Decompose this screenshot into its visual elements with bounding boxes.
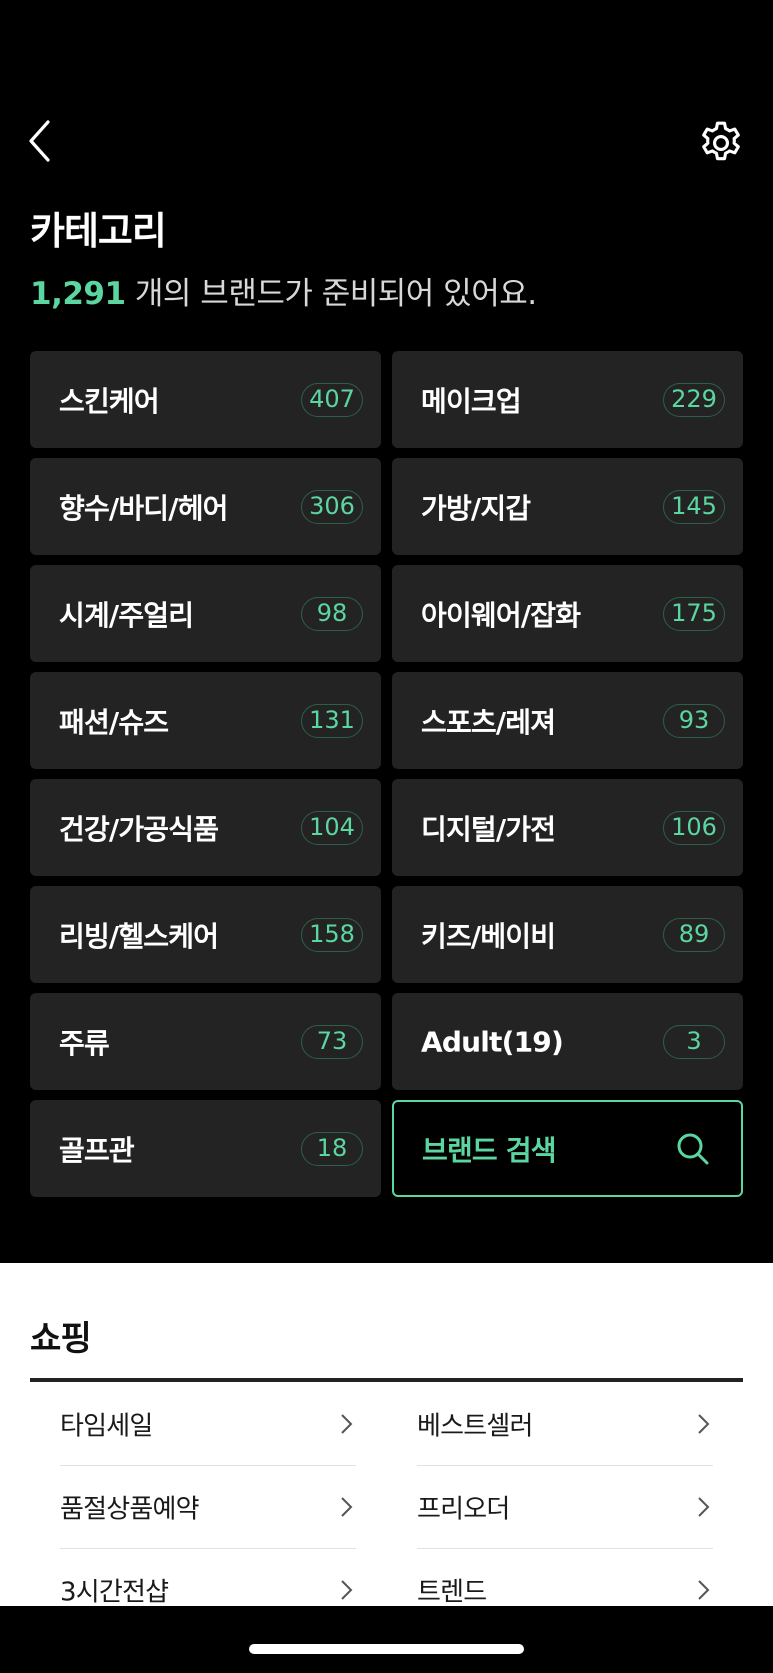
shopping-item-label: 프리오더 bbox=[417, 1494, 510, 1525]
shopping-item[interactable]: 베스트셀러 bbox=[417, 1383, 713, 1466]
category-tile[interactable]: Adult(19) 3 bbox=[392, 993, 743, 1090]
home-indicator[interactable] bbox=[249, 1644, 524, 1654]
category-tile[interactable]: 가방/지갑 145 bbox=[392, 458, 743, 555]
chevron-right-icon bbox=[698, 1414, 710, 1434]
category-grid: 스킨케어 407 메이크업 229 향수/바디/헤어 306 가방/지갑 145… bbox=[30, 351, 743, 1197]
brand-count-text: 개의 브랜드가 준비되어 있어요. bbox=[125, 276, 537, 312]
settings-button[interactable] bbox=[696, 118, 746, 168]
category-tile[interactable]: 디지털/가전 106 bbox=[392, 779, 743, 876]
category-count-badge: 145 bbox=[663, 489, 725, 524]
shopping-item-label: 트렌드 bbox=[417, 1577, 487, 1607]
category-tile[interactable]: 메이크업 229 bbox=[392, 351, 743, 448]
category-count-badge: 18 bbox=[301, 1131, 363, 1166]
category-label: 아이웨어/잡화 bbox=[421, 598, 581, 632]
chevron-right-icon bbox=[698, 1580, 710, 1600]
category-count-badge: 73 bbox=[301, 1024, 363, 1059]
category-label: 키즈/베이비 bbox=[421, 919, 556, 953]
category-tile[interactable]: 골프관 18 bbox=[30, 1100, 381, 1197]
category-tile[interactable]: 스포츠/레져 93 bbox=[392, 672, 743, 769]
shopping-section: 쇼핑 타임세일 베스트셀러 품절상품예약 프리오더 3시간전샵 트렌드 bbox=[0, 1263, 773, 1606]
gear-icon bbox=[702, 121, 740, 161]
shopping-title: 쇼핑 bbox=[30, 1319, 92, 1359]
category-count-badge: 89 bbox=[663, 917, 725, 952]
category-tile[interactable]: 건강/가공식품 104 bbox=[30, 779, 381, 876]
shopping-item[interactable]: 트렌드 bbox=[417, 1549, 713, 1606]
category-tile[interactable]: 키즈/베이비 89 bbox=[392, 886, 743, 983]
category-count-badge: 306 bbox=[301, 489, 363, 524]
category-label: 골프관 bbox=[59, 1133, 135, 1167]
category-tile[interactable]: 리빙/헬스케어 158 bbox=[30, 886, 381, 983]
search-icon bbox=[677, 1133, 709, 1164]
category-label: 향수/바디/헤어 bbox=[59, 491, 228, 525]
category-tile[interactable]: 향수/바디/헤어 306 bbox=[30, 458, 381, 555]
category-count-badge: 175 bbox=[663, 596, 725, 631]
category-tile[interactable]: 주류 73 bbox=[30, 993, 381, 1090]
category-section: 카테고리 1,291 개의 브랜드가 준비되어 있어요. 스킨케어 407 메이… bbox=[0, 0, 773, 1263]
category-label: 주류 bbox=[59, 1026, 110, 1060]
category-tile[interactable]: 패션/슈즈 131 bbox=[30, 672, 381, 769]
shopping-item-label: 베스트셀러 bbox=[417, 1411, 533, 1442]
shopping-item[interactable]: 프리오더 bbox=[417, 1466, 713, 1549]
category-count-badge: 106 bbox=[663, 810, 725, 845]
category-label: 패션/슈즈 bbox=[59, 705, 169, 739]
category-count-badge: 98 bbox=[301, 596, 363, 631]
chevron-right-icon bbox=[698, 1497, 710, 1517]
category-count-badge: 158 bbox=[301, 917, 363, 952]
shopping-list: 타임세일 베스트셀러 품절상품예약 프리오더 3시간전샵 트렌드 bbox=[60, 1383, 713, 1606]
category-label: 스킨케어 bbox=[59, 384, 160, 418]
shopping-item-label: 타임세일 bbox=[60, 1411, 153, 1442]
chevron-right-icon bbox=[341, 1497, 353, 1517]
shopping-item-label: 3시간전샵 bbox=[60, 1577, 169, 1607]
chevron-left-icon bbox=[29, 120, 50, 162]
chevron-right-icon bbox=[341, 1414, 353, 1434]
category-count-badge: 3 bbox=[663, 1024, 725, 1059]
category-label: 가방/지갑 bbox=[421, 491, 531, 525]
page-title: 카테고리 bbox=[30, 209, 167, 253]
category-count-badge: 93 bbox=[663, 703, 725, 738]
category-label: 건강/가공식품 bbox=[59, 812, 219, 846]
category-tile[interactable]: 스킨케어 407 bbox=[30, 351, 381, 448]
category-label: 스포츠/레져 bbox=[421, 705, 556, 739]
shopping-item[interactable]: 타임세일 bbox=[60, 1383, 356, 1466]
category-tile[interactable]: 시계/주얼리 98 bbox=[30, 565, 381, 662]
shopping-item[interactable]: 품절상품예약 bbox=[60, 1466, 356, 1549]
brand-count-summary: 1,291 개의 브랜드가 준비되어 있어요. bbox=[30, 268, 537, 313]
category-label: 메이크업 bbox=[421, 384, 522, 418]
category-tile[interactable]: 아이웨어/잡화 175 bbox=[392, 565, 743, 662]
category-count-badge: 407 bbox=[301, 382, 363, 417]
shopping-divider bbox=[30, 1378, 743, 1382]
shopping-item[interactable]: 3시간전샵 bbox=[60, 1549, 356, 1606]
category-count-badge: 229 bbox=[663, 382, 725, 417]
category-count-badge: 104 bbox=[301, 810, 363, 845]
category-count-badge: 131 bbox=[301, 703, 363, 738]
category-label: 디지털/가전 bbox=[421, 812, 556, 846]
brand-search-button[interactable]: 브랜드 검색 bbox=[392, 1100, 743, 1197]
home-bar bbox=[0, 1606, 773, 1673]
brand-search-label: 브랜드 검색 bbox=[422, 1133, 557, 1167]
chevron-right-icon bbox=[341, 1580, 353, 1600]
category-label: 리빙/헬스케어 bbox=[59, 919, 219, 953]
shopping-item-label: 품절상품예약 bbox=[60, 1494, 200, 1525]
back-button[interactable] bbox=[24, 116, 58, 166]
brand-count: 1,291 bbox=[30, 276, 126, 312]
category-label: 시계/주얼리 bbox=[59, 598, 194, 632]
category-label: Adult(19) bbox=[421, 1025, 564, 1058]
